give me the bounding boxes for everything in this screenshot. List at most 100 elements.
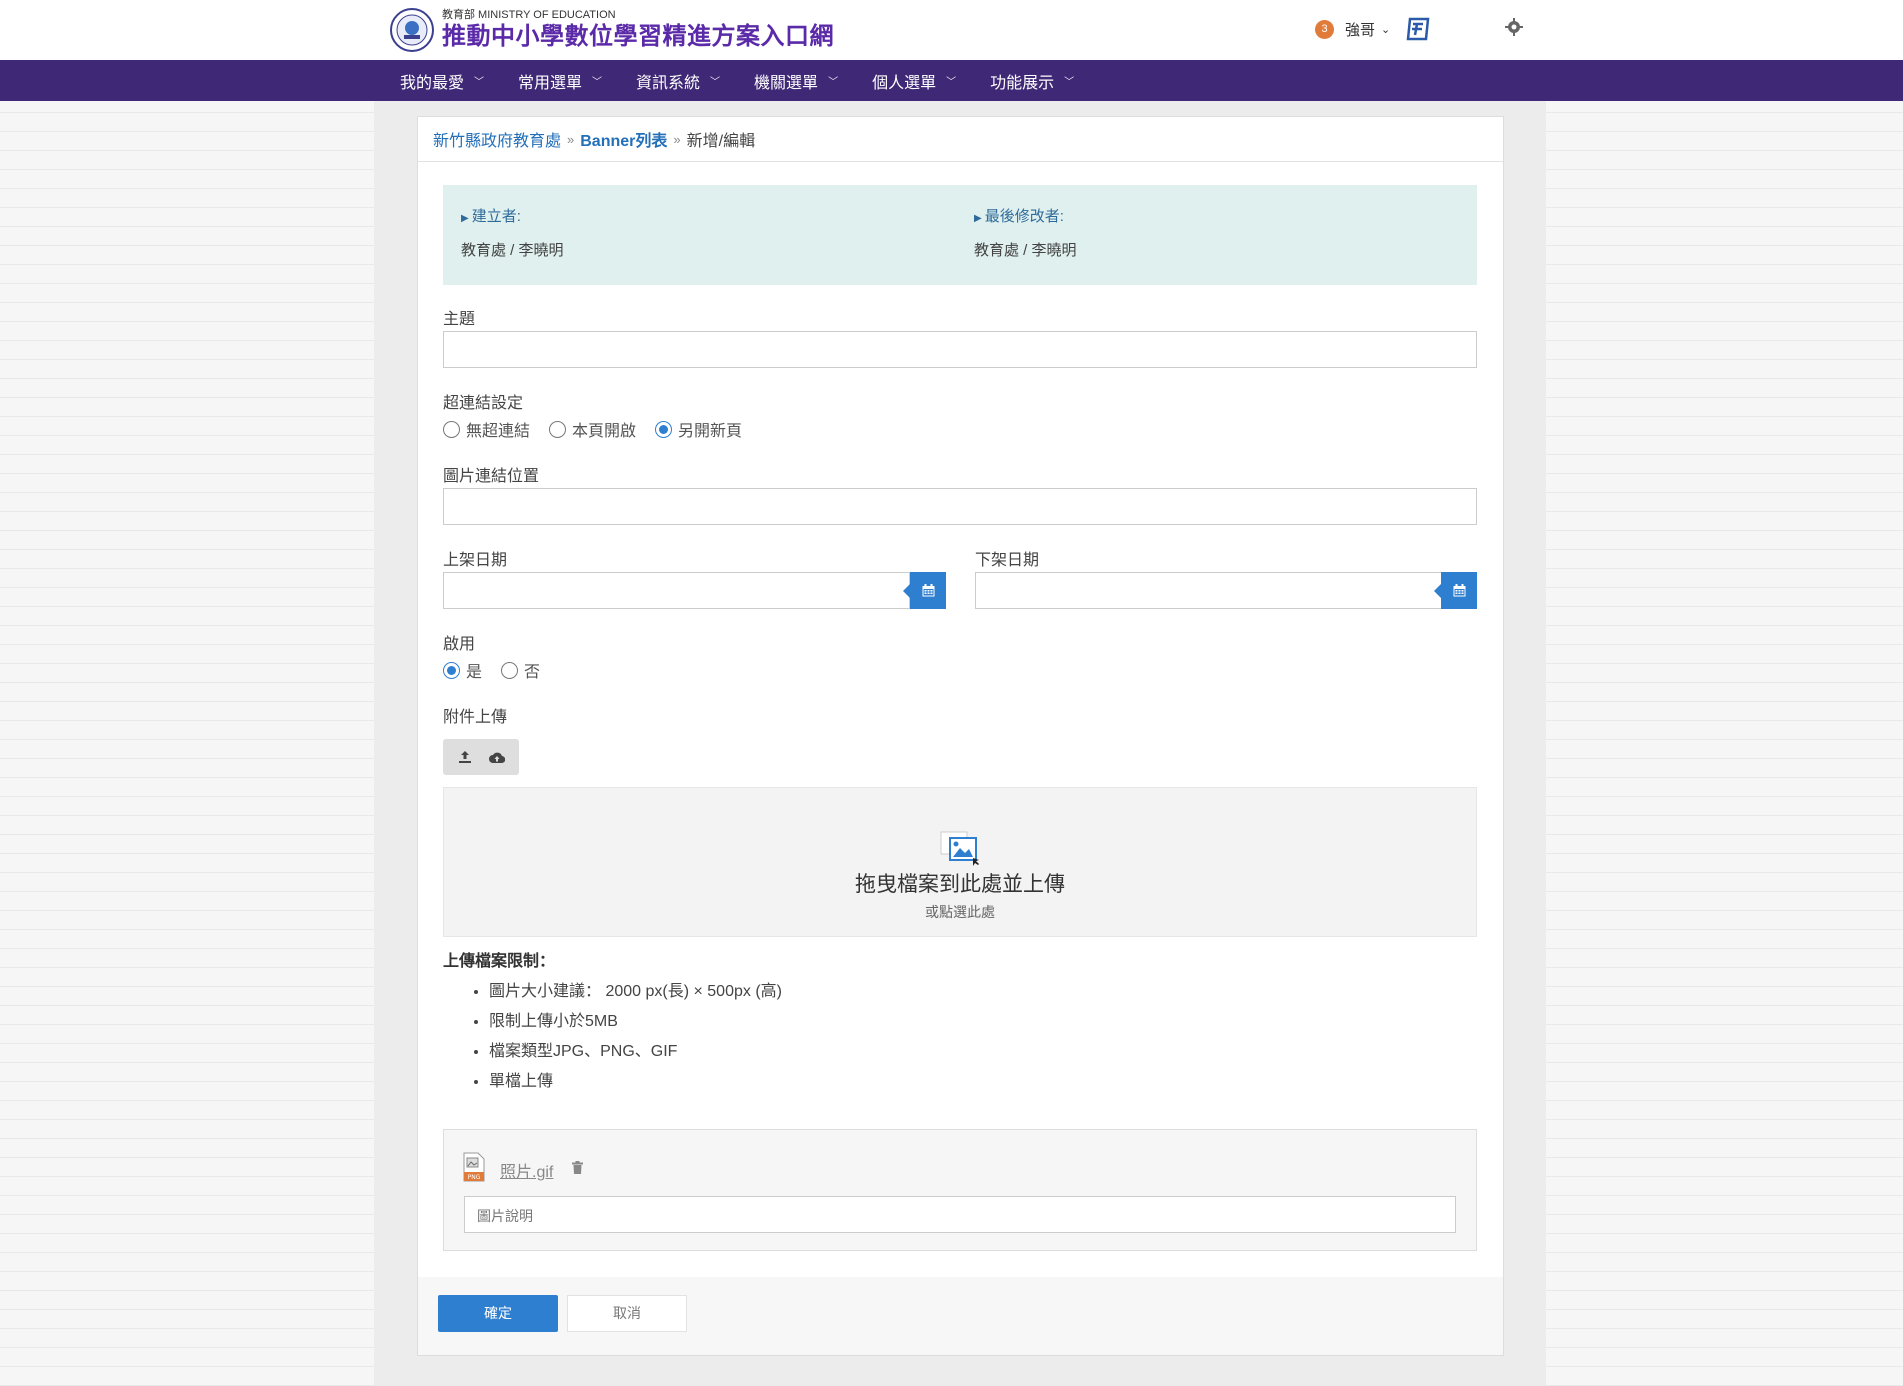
file-type-badge: PNG: [468, 1174, 481, 1181]
chevron-down-icon: ﹀: [828, 77, 839, 88]
cancel-button[interactable]: 取消: [567, 1295, 687, 1332]
radio-button[interactable]: [501, 661, 519, 679]
nav-common-menu[interactable]: 常用選單 ﹀: [518, 69, 602, 93]
radio-enable-yes[interactable]: 是: [443, 658, 482, 682]
nav-label: 資訊系統: [636, 74, 701, 92]
nav-feature-demo[interactable]: 功能展示 ﹀: [990, 69, 1074, 93]
radio-no-link[interactable]: 無超連結: [443, 417, 530, 441]
top-header: 教育部 MINISTRY OF EDUCATION 推動中小學數位學習精進方案入…: [0, 0, 1903, 60]
radio-label: 否: [524, 664, 541, 681]
breadcrumb-list-link[interactable]: Banner列表: [580, 127, 667, 151]
nav-label: 個人選單: [872, 74, 937, 92]
cloud-upload-icon[interactable]: [488, 751, 505, 764]
breadcrumb-current: 新增/編輯: [686, 133, 756, 150]
breadcrumb: 新竹縣政府教育處 » Banner列表 » 新增/編輯: [418, 117, 1503, 162]
uploaded-file-panel: PNG 照片.gif 圖片說明: [443, 1129, 1477, 1251]
upload-icon[interactable]: [458, 750, 472, 764]
upload-limits-title: 上傳檔案限制：: [443, 953, 556, 970]
image-description-input[interactable]: 圖片說明: [464, 1196, 1456, 1233]
creator-label: 建立者:: [471, 208, 521, 225]
radio-button[interactable]: [443, 420, 460, 438]
breadcrumb-separator-icon: »: [567, 131, 575, 147]
site-title: 推動中小學數位學習精進方案入口網: [442, 22, 834, 50]
record-info-box: ▶ 建立者: 教育處 / 李曉明 ▶ 最後修改者: 教育處 / 李曉明: [443, 185, 1477, 285]
breadcrumb-separator-icon: »: [673, 131, 681, 147]
nav-agency-menu[interactable]: 機關選單 ﹀: [754, 69, 838, 93]
radio-label: 另開新頁: [678, 423, 743, 440]
chevron-down-icon: ﹀: [946, 77, 957, 88]
start-date-input[interactable]: [443, 572, 910, 609]
image-file-icon: PNG: [463, 1152, 485, 1182]
radio-label: 本頁開啟: [572, 423, 637, 440]
image-link-input[interactable]: [443, 488, 1477, 525]
radio-button[interactable]: [549, 420, 567, 438]
radio-enable-no[interactable]: 否: [501, 658, 540, 682]
main-nav: 我的最愛 ﹀ 常用選單 ﹀ 資訊系統 ﹀ 機關選單 ﹀ 個人選單 ﹀ 功能展示 ﹀: [0, 60, 1903, 101]
end-date-picker-button[interactable]: [1434, 572, 1477, 609]
upload-limits-list: 圖片大小建議： 2000 px(長) × 500px (高) 限制上傳小於5MB…: [489, 977, 782, 1097]
radio-button-selected[interactable]: [655, 420, 673, 438]
list-item: 單檔上傳: [489, 1067, 782, 1097]
radio-label: 是: [466, 664, 483, 681]
file-dropzone[interactable]: 拖曳檔案到此處並上傳 或點選此處: [443, 787, 1477, 937]
modifier-value: 教育處 / 李曉明: [974, 242, 1077, 259]
start-date-label: 上架日期: [443, 552, 508, 569]
link-setting-label: 超連結設定: [443, 395, 524, 412]
list-item: 圖片大小建議： 2000 px(長) × 500px (高): [489, 977, 782, 1007]
form-actions: 確定 取消: [418, 1277, 1503, 1355]
ministry-seal-icon: [390, 8, 434, 52]
user-name[interactable]: 強哥: [1345, 19, 1375, 40]
notification-badge[interactable]: 3: [1315, 19, 1334, 39]
chevron-down-icon: ﹀: [592, 77, 603, 88]
gear-icon[interactable]: [1505, 18, 1523, 36]
upload-toolbar: [443, 739, 519, 775]
calendar-icon: [1453, 584, 1465, 597]
nav-info-systems[interactable]: 資訊系統 ﹀: [636, 69, 720, 93]
caret-right-icon: ▶: [974, 213, 982, 224]
chevron-down-icon: ﹀: [710, 77, 721, 88]
platform-logo-icon[interactable]: [1404, 16, 1432, 42]
chevron-down-icon[interactable]: ⌄: [1381, 23, 1390, 36]
modifier-label: 最後修改者:: [984, 208, 1064, 225]
file-name-link[interactable]: 照片.gif: [500, 1158, 553, 1182]
attachment-label: 附件上傳: [443, 709, 508, 726]
radio-same-page[interactable]: 本頁開啟: [549, 417, 636, 441]
end-date-input[interactable]: [975, 572, 1442, 609]
site-logo[interactable]: 教育部 MINISTRY OF EDUCATION 推動中小學數位學習精進方案入…: [390, 8, 834, 52]
nav-label: 常用選單: [518, 74, 583, 92]
radio-button-selected[interactable]: [443, 661, 460, 679]
form-card: 新竹縣政府教育處 » Banner列表 » 新增/編輯 ▶ 建立者: 教育處 / …: [417, 116, 1504, 1356]
subject-label: 主題: [443, 311, 476, 328]
nav-label: 功能展示: [990, 74, 1055, 92]
end-date-label: 下架日期: [975, 552, 1040, 569]
list-item: 限制上傳小於5MB: [489, 1007, 782, 1037]
enable-label: 啟用: [443, 636, 476, 653]
start-date-picker-button[interactable]: [903, 572, 946, 609]
caret-right-icon: ▶: [461, 213, 469, 224]
breadcrumb-org-link[interactable]: 新竹縣政府教育處: [433, 127, 561, 151]
list-item: 檔案類型JPG、PNG、GIF: [489, 1037, 782, 1067]
nav-label: 機關選單: [754, 74, 819, 92]
trash-icon[interactable]: [572, 1161, 583, 1174]
nav-label: 我的最愛: [400, 74, 465, 92]
enable-radio-group: 是 否: [443, 658, 559, 682]
dropzone-subtitle: 或點選此處: [925, 904, 995, 920]
radio-label: 無超連結: [466, 423, 531, 440]
nav-personal-menu[interactable]: 個人選單 ﹀: [872, 69, 956, 93]
confirm-button[interactable]: 確定: [438, 1295, 558, 1332]
org-subtitle: 教育部 MINISTRY OF EDUCATION: [442, 8, 616, 21]
chevron-down-icon: ﹀: [474, 77, 485, 88]
image-upload-icon: [940, 831, 979, 866]
subject-input[interactable]: [443, 331, 1477, 368]
creator-value: 教育處 / 李曉明: [461, 242, 564, 259]
chevron-down-icon: ﹀: [1064, 77, 1075, 88]
modifier-info: ▶ 最後修改者: 教育處 / 李曉明: [974, 205, 1077, 260]
image-link-label: 圖片連結位置: [443, 468, 540, 485]
nav-favorites[interactable]: 我的最愛 ﹀: [400, 69, 484, 93]
radio-new-page[interactable]: 另開新頁: [655, 417, 742, 441]
link-setting-radio-group: 無超連結 本頁開啟 另開新頁: [443, 417, 761, 441]
creator-info: ▶ 建立者: 教育處 / 李曉明: [461, 205, 564, 260]
user-menu[interactable]: 3 強哥 ⌄: [1315, 16, 1432, 42]
dropzone-title: 拖曳檔案到此處並上傳: [855, 873, 1065, 896]
calendar-icon: [922, 584, 934, 597]
